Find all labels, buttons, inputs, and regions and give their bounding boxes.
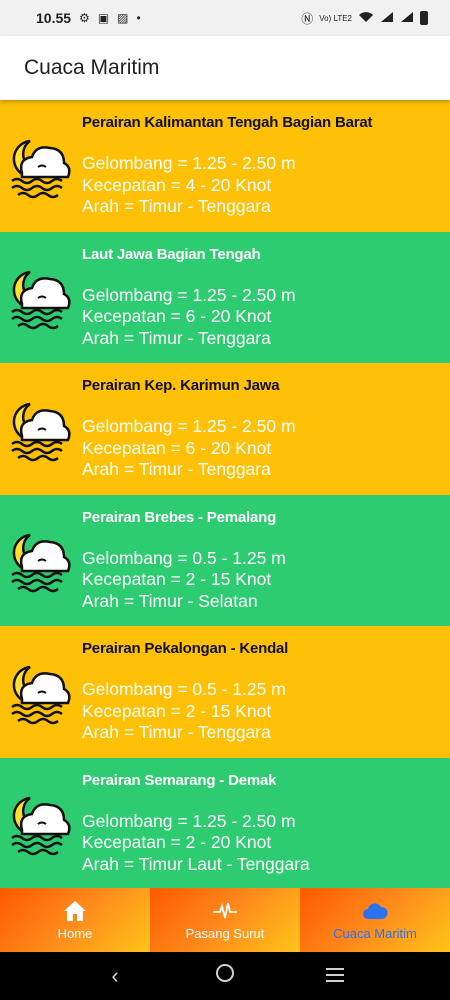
shopping-status-icon: ▣ xyxy=(97,11,110,25)
home-circle-icon[interactable] xyxy=(205,963,245,989)
status-bar: 10.55 ⚙ ▣ ▨ • Ⓝ Vo) LTE2 xyxy=(0,0,450,36)
moon-cloud-waves-icon xyxy=(0,363,82,495)
weather-card[interactable]: Perairan Kalimantan Tengah Bagian Barat … xyxy=(0,100,450,232)
card-body: Perairan Semarang - Demak Gelombang = 1.… xyxy=(82,758,450,889)
signal-icon-2 xyxy=(400,11,414,26)
speed-text: Kecepatan = 4 - 20 Knot xyxy=(82,174,272,195)
card-body: Perairan Pekalongan - Kendal Gelombang =… xyxy=(82,626,450,758)
status-right: Ⓝ Vo) LTE2 xyxy=(301,10,428,27)
direction-text: Arah = Timur - Selatan xyxy=(82,590,258,611)
moon-cloud-waves-icon xyxy=(0,758,82,889)
speed-text: Kecepatan = 2 - 15 Knot xyxy=(82,700,272,721)
battery-icon xyxy=(420,11,428,25)
speed-text: Kecepatan = 6 - 20 Knot xyxy=(82,437,272,458)
direction-text: Arah = Timur - Tenggara xyxy=(82,722,271,742)
nav-home[interactable]: Home xyxy=(0,888,150,952)
moon-cloud-waves-icon xyxy=(0,495,82,627)
wave-text: Gelombang = 1.25 - 2.50 m xyxy=(82,284,296,305)
card-title: Perairan Brebes - Pemalang xyxy=(82,508,277,526)
app-bar: Cuaca Maritim xyxy=(0,36,450,100)
cloud-icon xyxy=(363,903,388,919)
weather-card[interactable]: Perairan Pekalongan - Kendal Gelombang =… xyxy=(0,626,450,758)
nav-pasang-surut[interactable]: Pasang Surut xyxy=(150,888,300,952)
wave-text: Gelombang = 1.25 - 2.50 m xyxy=(82,153,296,173)
moon-cloud-waves-icon xyxy=(0,626,82,758)
direction-text: Arah = Timur - Tenggara xyxy=(82,459,271,479)
weather-card[interactable]: Perairan Semarang - Demak Gelombang = 1.… xyxy=(0,757,450,889)
moon-cloud-waves-icon xyxy=(0,100,82,232)
home-icon xyxy=(64,901,86,921)
gallery-status-icon: ▨ xyxy=(117,11,129,25)
card-body: Perairan Kalimantan Tengah Bagian Barat … xyxy=(82,100,450,232)
nav-cuaca-maritim[interactable]: Cuaca Maritim xyxy=(300,888,450,952)
bottom-nav: Home Pasang Surut Cuaca Maritim xyxy=(0,888,450,952)
wifi-icon xyxy=(358,11,374,26)
speed-text: Kecepatan = 2 - 20 Knot xyxy=(82,832,272,852)
page-title: Cuaca Maritim xyxy=(24,56,160,79)
status-left: 10.55 ⚙ ▣ ▨ • xyxy=(36,10,141,26)
status-time: 10.55 xyxy=(36,10,72,26)
nav-home-label: Home xyxy=(57,926,93,941)
direction-text: Arah = Timur Laut - Tenggara xyxy=(82,853,310,874)
wave-text: Gelombang = 1.25 - 2.50 m xyxy=(82,416,296,436)
card-body: Perairan Brebes - Pemalang Gelombang = 0… xyxy=(82,495,450,627)
dot-status-icon: • xyxy=(136,11,141,25)
moon-cloud-waves-icon xyxy=(0,232,82,364)
weather-list[interactable]: Perairan Kalimantan Tengah Bagian Barat … xyxy=(0,100,450,888)
system-nav-bar: ‹ xyxy=(0,952,450,1000)
card-title: Perairan Pekalongan - Kendal xyxy=(82,640,289,657)
nav-cuaca-maritim-label: Cuaca Maritim xyxy=(333,926,417,941)
speed-text: Kecepatan = 2 - 15 Knot xyxy=(82,569,272,589)
card-title: Laut Jawa Bagian Tengah xyxy=(82,245,261,263)
speed-text: Kecepatan = 6 - 20 Knot xyxy=(82,306,272,326)
wave-text: Gelombang = 1.25 - 2.50 m xyxy=(82,810,296,831)
weather-card[interactable]: Perairan Kep. Karimun Jawa Gelombang = 1… xyxy=(0,363,450,495)
network-label: Vo) LTE2 xyxy=(319,13,352,23)
direction-text: Arah = Timur - Tenggara xyxy=(82,196,271,216)
card-title: Perairan Kalimantan Tengah Bagian Barat xyxy=(82,114,373,131)
card-title: Perairan Semarang - Demak xyxy=(82,771,277,789)
back-icon[interactable]: ‹ xyxy=(95,963,135,989)
nav-pasang-surut-label: Pasang Surut xyxy=(185,926,265,941)
card-body: Perairan Kep. Karimun Jawa Gelombang = 1… xyxy=(82,363,450,495)
card-body: Laut Jawa Bagian Tengah Gelombang = 1.25… xyxy=(82,232,450,364)
card-title: Perairan Kep. Karimun Jawa xyxy=(82,377,280,394)
recents-icon[interactable] xyxy=(315,963,355,989)
wave-text: Gelombang = 0.5 - 1.25 m xyxy=(82,547,286,568)
wave-text: Gelombang = 0.5 - 1.25 m xyxy=(82,679,286,699)
settings-status-icon: ⚙ xyxy=(79,11,90,25)
signal-icon xyxy=(380,11,394,26)
direction-text: Arah = Timur - Tenggara xyxy=(82,327,271,348)
pulse-icon xyxy=(213,902,237,919)
weather-card[interactable]: Perairan Brebes - Pemalang Gelombang = 0… xyxy=(0,494,450,627)
nfc-icon: Ⓝ xyxy=(301,11,314,26)
weather-card[interactable]: Laut Jawa Bagian Tengah Gelombang = 1.25… xyxy=(0,231,450,364)
